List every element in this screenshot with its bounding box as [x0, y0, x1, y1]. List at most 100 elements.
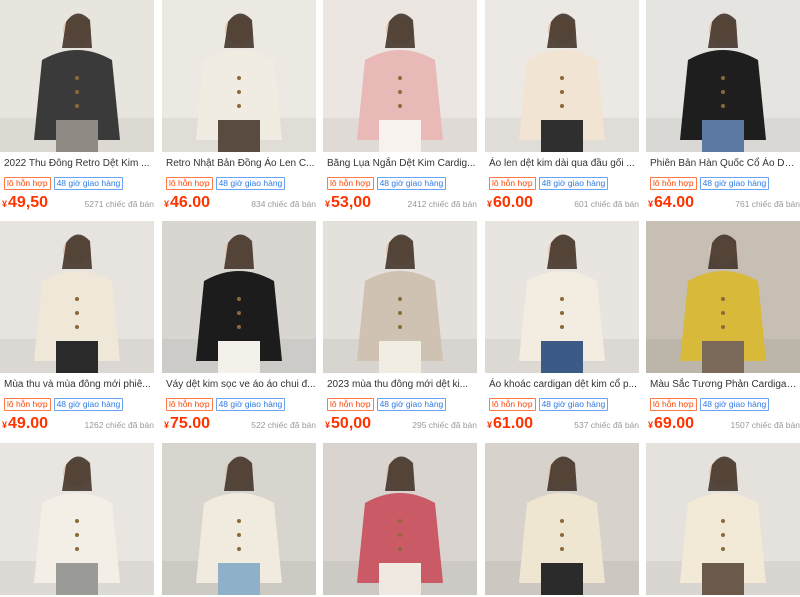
product-title[interactable]: Màu Sắc Tương Phản Cardigan ... — [650, 378, 800, 391]
product-image[interactable] — [646, 221, 800, 373]
delivery-badge: 48 giờ giao hàng — [53, 398, 124, 411]
product-title[interactable]: Retro Nhật Bản Đồng Áo Len C... — [166, 157, 316, 170]
product-title[interactable]: 2022 Thu Đông Retro Dệt Kim ... — [4, 157, 154, 170]
product-price: ¥60.00 — [487, 193, 533, 214]
price-value: 60.00 — [493, 194, 534, 211]
product-card[interactable] — [646, 443, 800, 597]
product-image[interactable] — [323, 0, 477, 152]
mixed-batch-badge: lô hỗn hợp — [327, 398, 374, 411]
badge-row: lô hỗn hợp 48 giờ giao hàng — [4, 177, 126, 190]
mixed-batch-badge: lô hỗn hợp — [166, 398, 213, 411]
product-title[interactable]: Mùa thu và mùa đông mới phiê... — [4, 378, 154, 391]
bottoms — [218, 563, 260, 595]
product-image[interactable] — [162, 443, 316, 595]
sold-count: 761 chiếc đã bán — [735, 199, 800, 209]
currency-symbol: ¥ — [325, 199, 331, 209]
product-price: ¥50,00 — [325, 414, 371, 435]
product-card[interactable] — [485, 443, 639, 597]
price-value: 64.00 — [654, 194, 695, 211]
sold-count: 2412 chiếc đã bán — [407, 199, 477, 209]
product-card[interactable]: Áo khoác cardigan dệt kim cổ p... lô hỗn … — [485, 221, 639, 439]
product-card[interactable]: Màu Sắc Tương Phản Cardigan ... lô hỗn hợ… — [646, 221, 800, 439]
product-image[interactable] — [646, 0, 800, 152]
mixed-batch-badge: lô hỗn hợp — [166, 177, 213, 190]
product-price: ¥49.00 — [2, 414, 48, 435]
product-title[interactable]: 2023 mùa thu đông mới dệt ki... — [327, 378, 477, 391]
currency-symbol: ¥ — [2, 420, 8, 430]
bottoms — [218, 341, 260, 373]
mixed-batch-badge: lô hỗn hợp — [4, 177, 51, 190]
bottoms — [56, 341, 98, 373]
currency-symbol: ¥ — [487, 199, 493, 209]
product-title[interactable]: Băng Lụa Ngắn Dệt Kim Cardig... — [327, 157, 477, 170]
badge-row: lô hỗn hợp 48 giờ giao hàng — [166, 177, 288, 190]
mixed-batch-badge: lô hỗn hợp — [327, 177, 374, 190]
bottoms — [702, 563, 744, 595]
currency-symbol: ¥ — [2, 199, 8, 209]
product-card[interactable]: Mùa thu và mùa đông mới phiê... lô hỗn hợ… — [0, 221, 154, 439]
badge-row: lô hỗn hợp 48 giờ giao hàng — [4, 398, 126, 411]
product-image[interactable] — [485, 443, 639, 595]
price-value: 75.00 — [170, 415, 211, 432]
product-card[interactable]: Áo len dệt kim dài qua đầu gối ... lô hỗn… — [485, 0, 639, 218]
product-card[interactable] — [0, 443, 154, 597]
sold-count: 601 chiếc đã bán — [574, 199, 639, 209]
delivery-badge: 48 giờ giao hàng — [215, 398, 286, 411]
product-image[interactable] — [0, 443, 154, 595]
bottoms — [702, 120, 744, 152]
price-value: 69.00 — [654, 415, 695, 432]
price-value: 46.00 — [170, 194, 211, 211]
product-price: ¥75.00 — [164, 414, 210, 435]
price-value: 49.00 — [8, 415, 49, 432]
mixed-batch-badge: lô hỗn hợp — [650, 398, 697, 411]
sold-count: 522 chiếc đã bán — [251, 420, 316, 430]
product-card[interactable]: 2023 mùa thu đông mới dệt ki... lô hỗn hợ… — [323, 221, 477, 439]
currency-symbol: ¥ — [325, 420, 331, 430]
delivery-badge: 48 giờ giao hàng — [376, 177, 447, 190]
delivery-badge: 48 giờ giao hàng — [699, 177, 770, 190]
product-image[interactable] — [0, 0, 154, 152]
product-image[interactable] — [485, 0, 639, 152]
delivery-badge: 48 giờ giao hàng — [215, 177, 286, 190]
product-image[interactable] — [323, 221, 477, 373]
product-title[interactable]: Váy dệt kim sọc ve áo áo chui đ... — [166, 378, 316, 391]
product-price: ¥64.00 — [648, 193, 694, 214]
sold-count: 1507 chiếc đã bán — [730, 420, 800, 430]
sold-count: 1262 chiếc đã bán — [84, 420, 154, 430]
currency-symbol: ¥ — [164, 199, 170, 209]
product-title[interactable]: Áo khoác cardigan dệt kim cổ p... — [489, 378, 639, 391]
product-image[interactable] — [0, 221, 154, 373]
delivery-badge: 48 giờ giao hàng — [53, 177, 124, 190]
sold-count: 537 chiếc đã bán — [574, 420, 639, 430]
product-card[interactable]: Retro Nhật Bản Đồng Áo Len C... lô hỗn hợ… — [162, 0, 316, 218]
product-card[interactable]: Váy dệt kim sọc ve áo áo chui đ... lô hỗn… — [162, 221, 316, 439]
currency-symbol: ¥ — [164, 420, 170, 430]
bottoms — [379, 341, 421, 373]
product-image[interactable] — [162, 221, 316, 373]
product-price: ¥46.00 — [164, 193, 210, 214]
product-card[interactable] — [323, 443, 477, 597]
delivery-badge: 48 giờ giao hàng — [376, 398, 447, 411]
product-card[interactable] — [162, 443, 316, 597]
currency-symbol: ¥ — [487, 420, 493, 430]
price-value: 61.00 — [493, 415, 534, 432]
mixed-batch-badge: lô hỗn hợp — [489, 398, 536, 411]
product-title[interactable]: Phiên Bản Hàn Quốc Cổ Áo Dây... — [650, 157, 800, 170]
product-card[interactable]: Băng Lụa Ngắn Dệt Kim Cardig... lô hỗn hợ… — [323, 0, 477, 218]
delivery-badge: 48 giờ giao hàng — [538, 177, 609, 190]
bottoms — [56, 120, 98, 152]
product-image[interactable] — [162, 0, 316, 152]
product-image[interactable] — [646, 443, 800, 595]
sold-count: 834 chiếc đã bán — [251, 199, 316, 209]
bottoms — [56, 563, 98, 595]
product-image[interactable] — [323, 443, 477, 595]
product-card[interactable]: 2022 Thu Đông Retro Dệt Kim ... lô hỗn hợ… — [0, 0, 154, 218]
bottoms — [541, 120, 583, 152]
product-image[interactable] — [485, 221, 639, 373]
product-card[interactable]: Phiên Bản Hàn Quốc Cổ Áo Dây... lô hỗn hợ… — [646, 0, 800, 218]
bottoms — [702, 341, 744, 373]
product-price: ¥69.00 — [648, 414, 694, 435]
product-price: ¥53,00 — [325, 193, 371, 214]
product-title[interactable]: Áo len dệt kim dài qua đầu gối ... — [489, 157, 639, 170]
bottoms — [541, 563, 583, 595]
